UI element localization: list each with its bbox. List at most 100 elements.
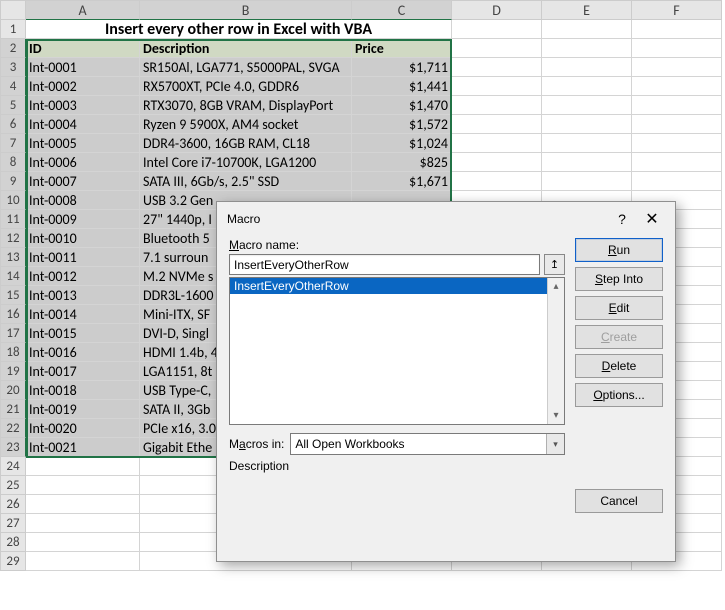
cell-id[interactable]: Int-0010 — [26, 229, 140, 248]
help-button[interactable]: ? — [607, 208, 637, 230]
row-header[interactable]: 25 — [0, 476, 26, 495]
cell-id[interactable]: Int-0015 — [26, 324, 140, 343]
col-header-A[interactable]: A — [26, 0, 140, 20]
header-price[interactable]: Price — [352, 39, 452, 58]
cell-id[interactable]: Int-0008 — [26, 191, 140, 210]
cell[interactable] — [452, 115, 542, 134]
row-header[interactable]: 15 — [0, 286, 26, 305]
macros-in-dropdown[interactable]: All Open Workbooks ▾ — [290, 433, 565, 455]
row-header[interactable]: 18 — [0, 343, 26, 362]
cell[interactable] — [542, 115, 632, 134]
cell[interactable] — [26, 495, 140, 514]
row-header[interactable]: 26 — [0, 495, 26, 514]
cell[interactable] — [542, 58, 632, 77]
cell[interactable] — [452, 134, 542, 153]
cell-desc[interactable]: DDR4-3600, 16GB RAM, CL18 — [140, 134, 352, 153]
cell-desc[interactable]: SATA III, 6Gb/s, 2.5" SSD — [140, 172, 352, 191]
cell-id[interactable]: Int-0013 — [26, 286, 140, 305]
cell[interactable] — [452, 58, 542, 77]
cell-id[interactable]: Int-0009 — [26, 210, 140, 229]
macro-name-input[interactable]: InsertEveryOtherRow — [229, 254, 540, 275]
cell[interactable] — [26, 552, 140, 571]
cell-price[interactable]: $1,441 — [352, 77, 452, 96]
cell[interactable] — [632, 39, 722, 58]
cell[interactable] — [452, 39, 542, 58]
cell-price[interactable]: $1,572 — [352, 115, 452, 134]
cell[interactable] — [26, 476, 140, 495]
col-header-D[interactable]: D — [452, 0, 542, 20]
col-header-C[interactable]: C — [352, 0, 452, 20]
row-header[interactable]: 8 — [0, 153, 26, 172]
scroll-down-icon[interactable]: ▾ — [548, 407, 564, 424]
cell[interactable] — [632, 20, 722, 39]
step-into-button[interactable]: Step Into — [575, 267, 663, 291]
cell-id[interactable]: Int-0017 — [26, 362, 140, 381]
cell[interactable] — [542, 77, 632, 96]
col-header-B[interactable]: B — [140, 0, 352, 20]
run-button[interactable]: Run — [575, 238, 663, 262]
cell-id[interactable]: Int-0018 — [26, 381, 140, 400]
delete-button[interactable]: Delete — [575, 354, 663, 378]
header-desc[interactable]: Description — [140, 39, 352, 58]
cell[interactable] — [452, 20, 542, 39]
cell[interactable] — [632, 172, 722, 191]
cell[interactable] — [632, 58, 722, 77]
row-header[interactable]: 17 — [0, 324, 26, 343]
cell[interactable] — [632, 134, 722, 153]
header-id[interactable]: ID — [26, 39, 140, 58]
listbox-scrollbar[interactable]: ▴ ▾ — [547, 278, 564, 424]
cell-id[interactable]: Int-0016 — [26, 343, 140, 362]
select-all-corner[interactable] — [0, 0, 26, 20]
cell[interactable] — [452, 172, 542, 191]
cell-id[interactable]: Int-0019 — [26, 400, 140, 419]
cell-desc[interactable]: RX5700XT, PCIe 4.0, GDDR6 — [140, 77, 352, 96]
cell-id[interactable]: Int-0020 — [26, 419, 140, 438]
cell-desc[interactable]: RTX3070, 8GB VRAM, DisplayPort — [140, 96, 352, 115]
cell[interactable] — [26, 457, 140, 476]
reference-edit-button[interactable]: ↥ — [544, 254, 565, 275]
cell[interactable] — [452, 77, 542, 96]
row-header[interactable]: 3 — [0, 58, 26, 77]
cell[interactable] — [542, 39, 632, 58]
cell[interactable] — [542, 96, 632, 115]
row-header[interactable]: 12 — [0, 229, 26, 248]
row-header[interactable]: 13 — [0, 248, 26, 267]
row-header[interactable]: 29 — [0, 552, 26, 571]
cell[interactable] — [632, 115, 722, 134]
macro-list-item[interactable]: InsertEveryOtherRow — [230, 278, 547, 294]
cell-id[interactable]: Int-0012 — [26, 267, 140, 286]
col-header-F[interactable]: F — [632, 0, 722, 20]
cell[interactable] — [452, 153, 542, 172]
row-header[interactable]: 20 — [0, 381, 26, 400]
cell-price[interactable]: $1,024 — [352, 134, 452, 153]
cell[interactable] — [542, 20, 632, 39]
cell-price[interactable]: $825 — [352, 153, 452, 172]
cell-id[interactable]: Int-0001 — [26, 58, 140, 77]
cell-id[interactable]: Int-0007 — [26, 172, 140, 191]
row-header[interactable]: 23 — [0, 438, 26, 457]
cell[interactable] — [542, 153, 632, 172]
row-header[interactable]: 1 — [0, 20, 26, 39]
cell-desc[interactable]: SR150Al, LGA771, S5000PAL, SVGA — [140, 58, 352, 77]
cell[interactable] — [632, 77, 722, 96]
cell[interactable] — [542, 134, 632, 153]
close-button[interactable]: ✕ — [637, 208, 667, 230]
cell-id[interactable]: Int-0014 — [26, 305, 140, 324]
cell[interactable] — [26, 514, 140, 533]
cell-id[interactable]: Int-0021 — [26, 438, 140, 457]
row-header[interactable]: 4 — [0, 77, 26, 96]
row-header[interactable]: 2 — [0, 39, 26, 58]
row-header[interactable]: 27 — [0, 514, 26, 533]
row-header[interactable]: 14 — [0, 267, 26, 286]
row-header[interactable]: 16 — [0, 305, 26, 324]
row-header[interactable]: 28 — [0, 533, 26, 552]
cell-price[interactable]: $1,671 — [352, 172, 452, 191]
edit-button[interactable]: Edit — [575, 296, 663, 320]
cell-price[interactable]: $1,711 — [352, 58, 452, 77]
row-header[interactable]: 24 — [0, 457, 26, 476]
cancel-button[interactable]: Cancel — [575, 489, 663, 513]
macro-listbox[interactable]: InsertEveryOtherRow ▴ ▾ — [229, 277, 565, 425]
row-header[interactable]: 11 — [0, 210, 26, 229]
col-header-E[interactable]: E — [542, 0, 632, 20]
cell-desc[interactable]: Intel Core i7-10700K, LGA1200 — [140, 153, 352, 172]
